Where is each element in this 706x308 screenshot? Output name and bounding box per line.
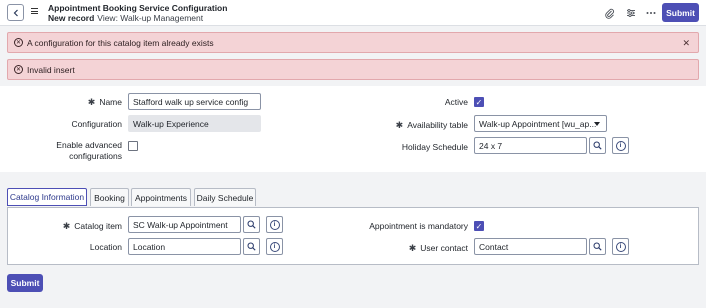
chevron-left-icon [13,9,18,16]
active-checkbox[interactable]: ✓ [474,97,484,107]
page-subtitle: New record View: Walk-up Management [48,13,203,23]
paperclip-icon[interactable] [604,7,616,19]
holiday-info-button[interactable]: i [612,137,629,154]
header-bar: Appointment Booking Service Configuratio… [0,0,706,26]
search-icon [593,141,602,150]
record-status: New record [48,13,95,23]
sliders-icon[interactable] [625,7,637,19]
appointment-mandatory-checkbox[interactable]: ✓ [474,221,484,231]
caret-down-icon [594,122,600,126]
tab-catalog-information[interactable]: Catalog Information [7,188,87,206]
availability-table-label: ✱ Availability table [395,120,468,130]
user-contact-search-button[interactable] [589,238,606,255]
active-label: Active [444,97,468,107]
alert-message: A configuration for this catalog item al… [27,37,214,48]
catalog-information-panel [7,207,699,265]
info-icon: i [615,140,626,151]
name-label: ✱ Name [87,97,122,107]
ellipsis-icon[interactable] [645,7,657,19]
search-icon [593,242,602,251]
required-asterisk-icon: ✱ [408,243,417,253]
error-alert-duplicate: ✕ A configuration for this catalog item … [7,32,699,53]
page-title: Appointment Booking Service Configuratio… [48,3,228,13]
availability-table-select[interactable]: Walk-up Appointment [wu_ap... [474,115,607,132]
alert-message: Invalid insert [27,64,75,75]
header-submit-button[interactable]: Submit [662,3,699,22]
location-info-button[interactable]: i [266,238,283,255]
location-label: Location [89,242,122,252]
error-circle-icon: ✕ [14,65,23,74]
location-field[interactable]: Location [128,238,241,255]
search-icon [247,242,256,251]
back-button[interactable] [7,4,24,21]
user-contact-label: ✱ User contact [408,243,468,253]
error-circle-icon: ✕ [14,38,23,47]
hamburger-icon[interactable] [31,8,38,14]
configuration-label: Configuration [71,119,122,129]
error-alert-invalid: ✕ Invalid insert [7,59,699,80]
appointment-mandatory-label: Appointment is mandatory [369,221,468,231]
user-contact-field[interactable]: Contact [474,238,587,255]
catalog-item-label: ✱ Catalog item [62,221,122,231]
user-contact-info-button[interactable]: i [612,238,629,255]
info-icon: i [269,219,280,230]
footer-submit-button[interactable]: Submit [7,274,43,292]
required-asterisk-icon: ✱ [62,221,71,231]
tab-daily-schedule[interactable]: Daily Schedule [194,188,256,206]
enable-advanced-label: Enable advanced configurations [56,140,122,161]
info-icon: i [615,241,626,252]
catalog-item-search-button[interactable] [243,216,260,233]
required-asterisk-icon: ✱ [87,97,96,107]
holiday-search-button[interactable] [589,137,606,154]
name-field[interactable]: Stafford walk up service config [128,93,261,110]
holiday-schedule-label: Holiday Schedule [401,142,468,152]
configuration-field: Walk-up Experience [128,115,261,132]
location-search-button[interactable] [243,238,260,255]
info-icon: i [269,241,280,252]
search-icon [247,220,256,229]
catalog-item-field[interactable]: SC Walk-up Appointment [128,216,241,233]
enable-advanced-checkbox[interactable] [128,141,138,151]
tab-appointments[interactable]: Appointments [131,188,191,206]
required-asterisk-icon: ✱ [395,120,404,130]
view-label: View: Walk-up Management [97,13,204,23]
catalog-item-info-button[interactable]: i [266,216,283,233]
tab-booking[interactable]: Booking [90,188,129,206]
holiday-schedule-field[interactable]: 24 x 7 [474,137,587,154]
close-icon[interactable]: ✕ [682,38,690,49]
